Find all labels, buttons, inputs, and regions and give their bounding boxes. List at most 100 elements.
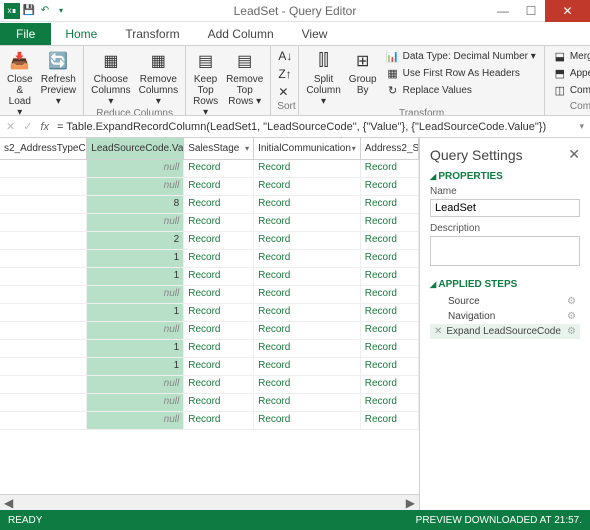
confirm-formula-icon[interactable]: ✓ [23, 120, 32, 133]
cell[interactable]: Record [361, 322, 419, 339]
cell[interactable]: Record [184, 394, 254, 411]
undo-icon[interactable]: ↶ [38, 4, 52, 18]
cell[interactable]: Record [254, 196, 361, 213]
cell[interactable] [0, 232, 87, 249]
delete-step-icon[interactable]: ✕ [434, 326, 442, 337]
cell[interactable]: Record [254, 286, 361, 303]
cell[interactable]: null [87, 286, 184, 303]
table-row[interactable]: 1RecordRecordRecord [0, 358, 419, 376]
query-name-input[interactable] [430, 199, 580, 217]
cell[interactable]: Record [184, 412, 254, 429]
cell[interactable]: Record [361, 160, 419, 177]
cell[interactable]: Record [361, 358, 419, 375]
merge-queries-button[interactable]: ⬓Merge Queri [551, 48, 590, 64]
refresh-preview-button[interactable]: 🔄Refresh Preview ▾ [40, 48, 78, 108]
gear-icon[interactable]: ⚙ [567, 296, 576, 307]
cell[interactable]: 2 [87, 232, 184, 249]
cell[interactable]: Record [254, 412, 361, 429]
cell[interactable] [0, 196, 87, 213]
data-type-button[interactable]: 📊Data Type: Decimal Number ▾ [384, 48, 538, 64]
cell[interactable] [0, 286, 87, 303]
cell[interactable]: Record [184, 304, 254, 321]
cell[interactable]: Record [184, 196, 254, 213]
cell[interactable]: Record [254, 250, 361, 267]
cell[interactable]: Record [184, 376, 254, 393]
table-row[interactable]: 1RecordRecordRecord [0, 268, 419, 286]
horizontal-scrollbar[interactable]: ◀ ▶ [0, 494, 419, 510]
table-row[interactable]: 1RecordRecordRecord [0, 340, 419, 358]
cell[interactable]: Record [361, 268, 419, 285]
cell[interactable]: Record [254, 340, 361, 357]
combine-binaries-button[interactable]: ◫Combine Bin [551, 82, 590, 98]
group-by-button[interactable]: ⊞Group By [348, 48, 378, 97]
table-row[interactable]: nullRecordRecordRecord [0, 376, 419, 394]
cell[interactable]: Record [184, 286, 254, 303]
cell[interactable] [0, 250, 87, 267]
replace-values-button[interactable]: ↻Replace Values [384, 82, 538, 98]
cell[interactable] [0, 268, 87, 285]
table-row[interactable]: 1RecordRecordRecord [0, 304, 419, 322]
cell[interactable]: Record [184, 358, 254, 375]
table-row[interactable]: nullRecordRecordRecord [0, 394, 419, 412]
cell[interactable]: Record [361, 214, 419, 231]
cell[interactable] [0, 304, 87, 321]
query-description-input[interactable] [430, 236, 580, 266]
cell[interactable]: Record [254, 160, 361, 177]
cell[interactable]: Record [361, 196, 419, 213]
cell[interactable]: Record [254, 394, 361, 411]
formula-dropdown-icon[interactable]: ▾ [579, 121, 584, 132]
sort-desc-button[interactable]: Z↑ [277, 66, 292, 82]
cell[interactable] [0, 376, 87, 393]
cell[interactable]: null [87, 322, 184, 339]
column-header[interactable]: InitialCommunication▾ [254, 138, 361, 159]
cell[interactable]: null [87, 178, 184, 195]
table-row[interactable]: nullRecordRecordRecord [0, 160, 419, 178]
cell[interactable]: Record [361, 340, 419, 357]
remove-rows-button[interactable]: ▤Remove Top Rows ▾ [225, 48, 264, 108]
fx-icon[interactable]: fx [40, 121, 49, 133]
cell[interactable]: Record [254, 358, 361, 375]
cell[interactable]: Record [361, 394, 419, 411]
tab-file[interactable]: File [0, 23, 51, 45]
cell[interactable] [0, 358, 87, 375]
save-icon[interactable]: 💾 [22, 4, 36, 18]
keep-rows-button[interactable]: ▤Keep Top Rows ▾ [192, 48, 219, 116]
cell[interactable]: 1 [87, 358, 184, 375]
cell[interactable] [0, 214, 87, 231]
table-row[interactable]: nullRecordRecordRecord [0, 178, 419, 196]
column-header[interactable]: LeadSourceCode.Value▾ [87, 138, 184, 159]
cell[interactable]: null [87, 214, 184, 231]
cell[interactable] [0, 160, 87, 177]
close-settings-icon[interactable]: ✕ [568, 146, 580, 163]
cell[interactable]: null [87, 376, 184, 393]
cell[interactable] [0, 394, 87, 411]
cell[interactable]: null [87, 160, 184, 177]
table-row[interactable]: 1RecordRecordRecord [0, 250, 419, 268]
close-load-button[interactable]: 📥Close & Load ▾ [6, 48, 34, 116]
table-row[interactable]: 8RecordRecordRecord [0, 196, 419, 214]
applied-step[interactable]: Source⚙ [430, 294, 580, 309]
append-queries-button[interactable]: ⬒Append Que [551, 65, 590, 81]
cell[interactable]: Record [361, 232, 419, 249]
split-column-button[interactable]: ⫿⫿Split Column ▾ [305, 48, 341, 108]
cell[interactable]: 1 [87, 250, 184, 267]
cell[interactable]: Record [254, 376, 361, 393]
tab-view[interactable]: View [288, 23, 342, 45]
cell[interactable]: Record [184, 178, 254, 195]
cell[interactable]: Record [254, 268, 361, 285]
cell[interactable] [0, 178, 87, 195]
choose-columns-button[interactable]: ▦Choose Columns ▾ [90, 48, 131, 108]
cell[interactable] [0, 322, 87, 339]
gear-icon[interactable]: ⚙ [567, 326, 576, 337]
cancel-formula-icon[interactable]: ✕ [6, 120, 15, 133]
minimize-button[interactable]: — [489, 0, 517, 22]
cell[interactable]: Record [361, 376, 419, 393]
cell[interactable]: null [87, 394, 184, 411]
column-header[interactable]: SalesStage▾ [184, 138, 254, 159]
cell[interactable]: Record [361, 178, 419, 195]
cell[interactable]: Record [184, 322, 254, 339]
table-row[interactable]: nullRecordRecordRecord [0, 286, 419, 304]
sort-asc-button[interactable]: A↓ [277, 48, 293, 64]
cell[interactable]: Record [184, 268, 254, 285]
cell[interactable] [0, 412, 87, 429]
